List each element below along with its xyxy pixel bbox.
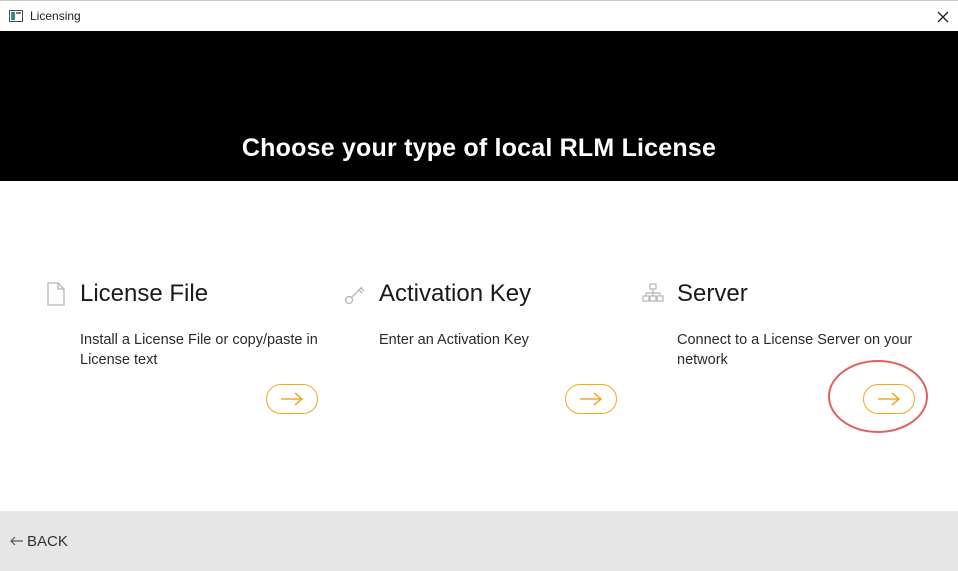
option-title: Activation Key	[379, 280, 532, 307]
back-label: BACK	[27, 532, 68, 550]
license-file-next-button[interactable]	[266, 384, 318, 414]
activation-key-next-button[interactable]	[565, 384, 617, 414]
window-title: Licensing	[30, 9, 81, 23]
option-server: Server Connect to a License Server on yo…	[642, 280, 915, 420]
app-icon	[9, 10, 23, 22]
arrow-left-icon	[10, 536, 23, 546]
close-icon	[937, 11, 949, 22]
option-title: Server	[677, 280, 748, 307]
title-bar: Licensing	[0, 0, 958, 31]
option-license-file: License File Install a License File or c…	[45, 280, 318, 420]
footer-bar: BACK	[0, 511, 958, 571]
option-description: Install a License File or copy/paste in …	[80, 332, 318, 368]
close-button[interactable]	[928, 1, 958, 32]
option-activation-key: Activation Key Enter an Activation Key	[344, 280, 617, 420]
arrow-right-icon	[878, 392, 901, 406]
document-icon	[47, 282, 65, 306]
header-banner: Choose your type of local RLM License	[0, 31, 958, 181]
option-title: License File	[80, 280, 209, 307]
arrow-right-icon	[580, 392, 603, 406]
option-description: Connect to a License Server on your netw…	[677, 332, 913, 368]
server-next-button[interactable]	[863, 384, 915, 414]
back-button[interactable]: BACK	[10, 531, 68, 551]
network-icon	[642, 283, 664, 302]
arrow-right-icon	[281, 392, 304, 406]
key-icon	[344, 286, 365, 305]
page-title: Choose your type of local RLM License	[241, 134, 717, 162]
option-description: Enter an Activation Key	[379, 332, 529, 348]
